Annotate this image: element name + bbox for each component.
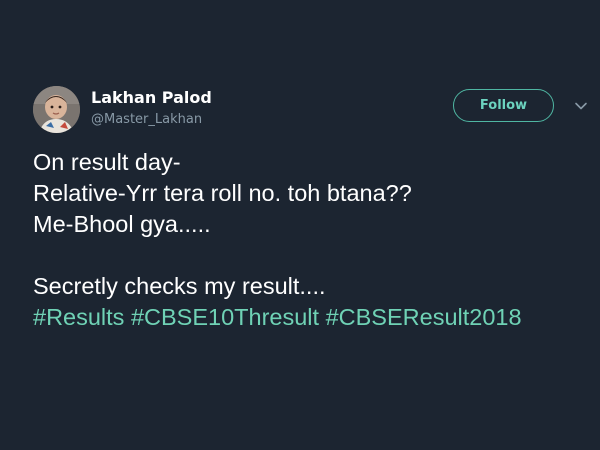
hashtag-link[interactable]: #CBSEResult2018 [326, 304, 522, 330]
follow-button[interactable]: Follow [453, 89, 554, 122]
hashtag-row: #Results #CBSE10Thresult #CBSEResult2018 [33, 302, 593, 333]
tweet-line: Me-Bhool gya..... [33, 211, 211, 237]
user-handle[interactable]: @Master_Lakhan [91, 111, 202, 128]
tweet-card: Lakhan Palod @Master_Lakhan Follow On re… [0, 0, 600, 450]
tweet-text: On result day- Relative-Yrr tera roll no… [33, 147, 593, 333]
display-name[interactable]: Lakhan Palod [91, 88, 212, 108]
avatar[interactable] [33, 86, 80, 133]
chevron-down-icon[interactable] [573, 98, 589, 114]
tweet-line: On result day- [33, 149, 181, 175]
hashtag-link[interactable]: #CBSE10Thresult [131, 304, 319, 330]
hashtag-link[interactable]: #Results [33, 304, 124, 330]
line-break [33, 240, 593, 271]
avatar-photo [33, 86, 80, 133]
tweet-line: Relative-Yrr tera roll no. toh btana?? [33, 180, 412, 206]
tweet-line: Secretly checks my result.... [33, 273, 326, 299]
